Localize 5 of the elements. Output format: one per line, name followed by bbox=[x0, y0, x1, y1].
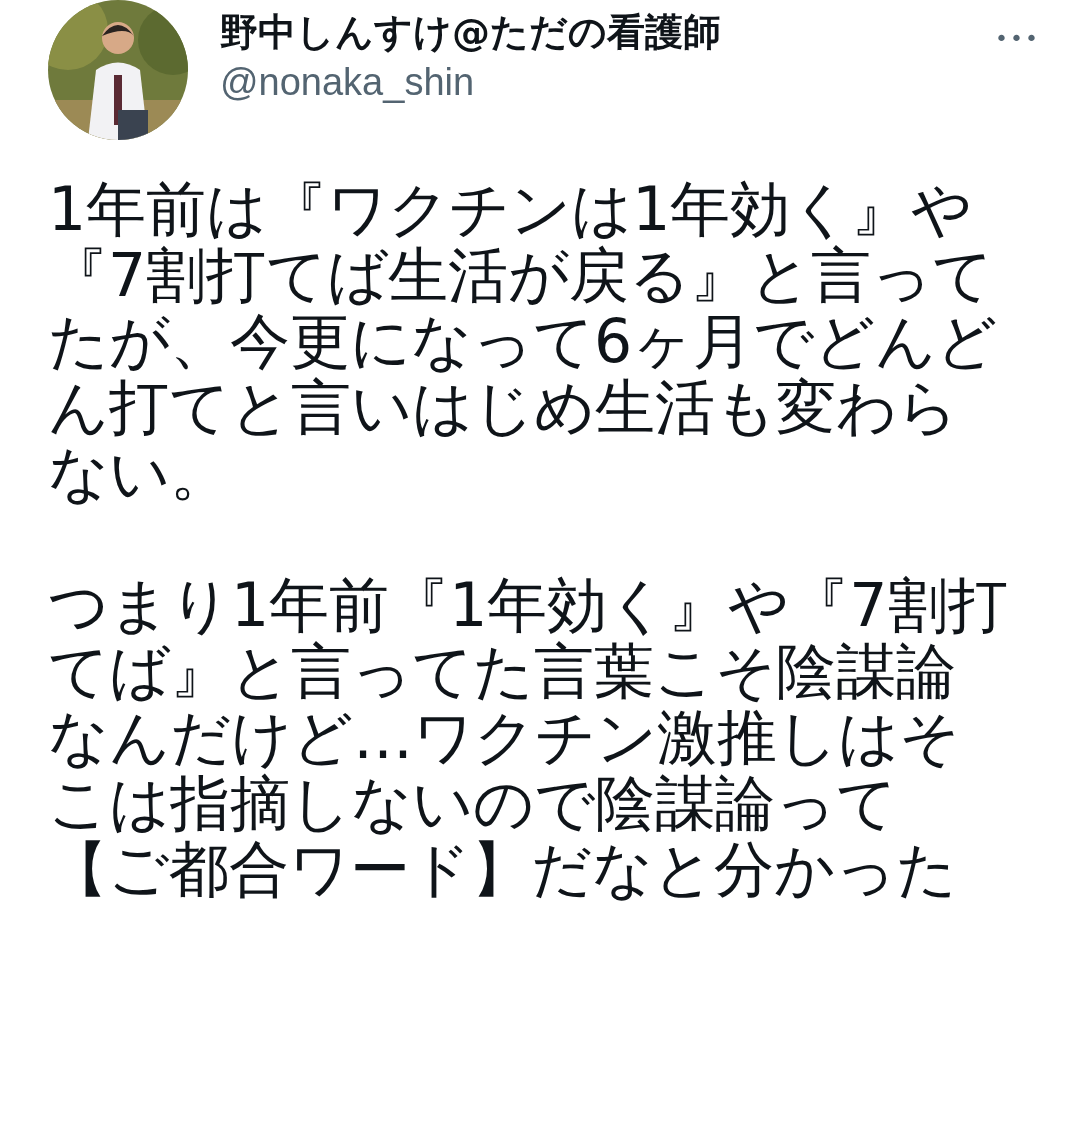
author-name: 野中しんすけ@ただの看護師 bbox=[220, 9, 722, 56]
tweet-text: 1年前は『ワクチンは1年効く』や『7割打てば生活が戻る』と言ってたが、今更になって6ヶ月でどんどん打てと言いはじめ生活も変わらない。 bbox=[48, 176, 999, 506]
author-handle: @nonaka_shin bbox=[220, 60, 476, 105]
more-menu[interactable]: ••• bbox=[995, 26, 1040, 51]
tweet-text: つまり1年前『1年効く』や『7割打てば』と言ってた言葉こそ陰謀論なんだけど…ワクチン激推しはそこは指摘しないので陰謀論って【ご都合ワード】だなと分かった bbox=[48, 572, 1008, 902]
